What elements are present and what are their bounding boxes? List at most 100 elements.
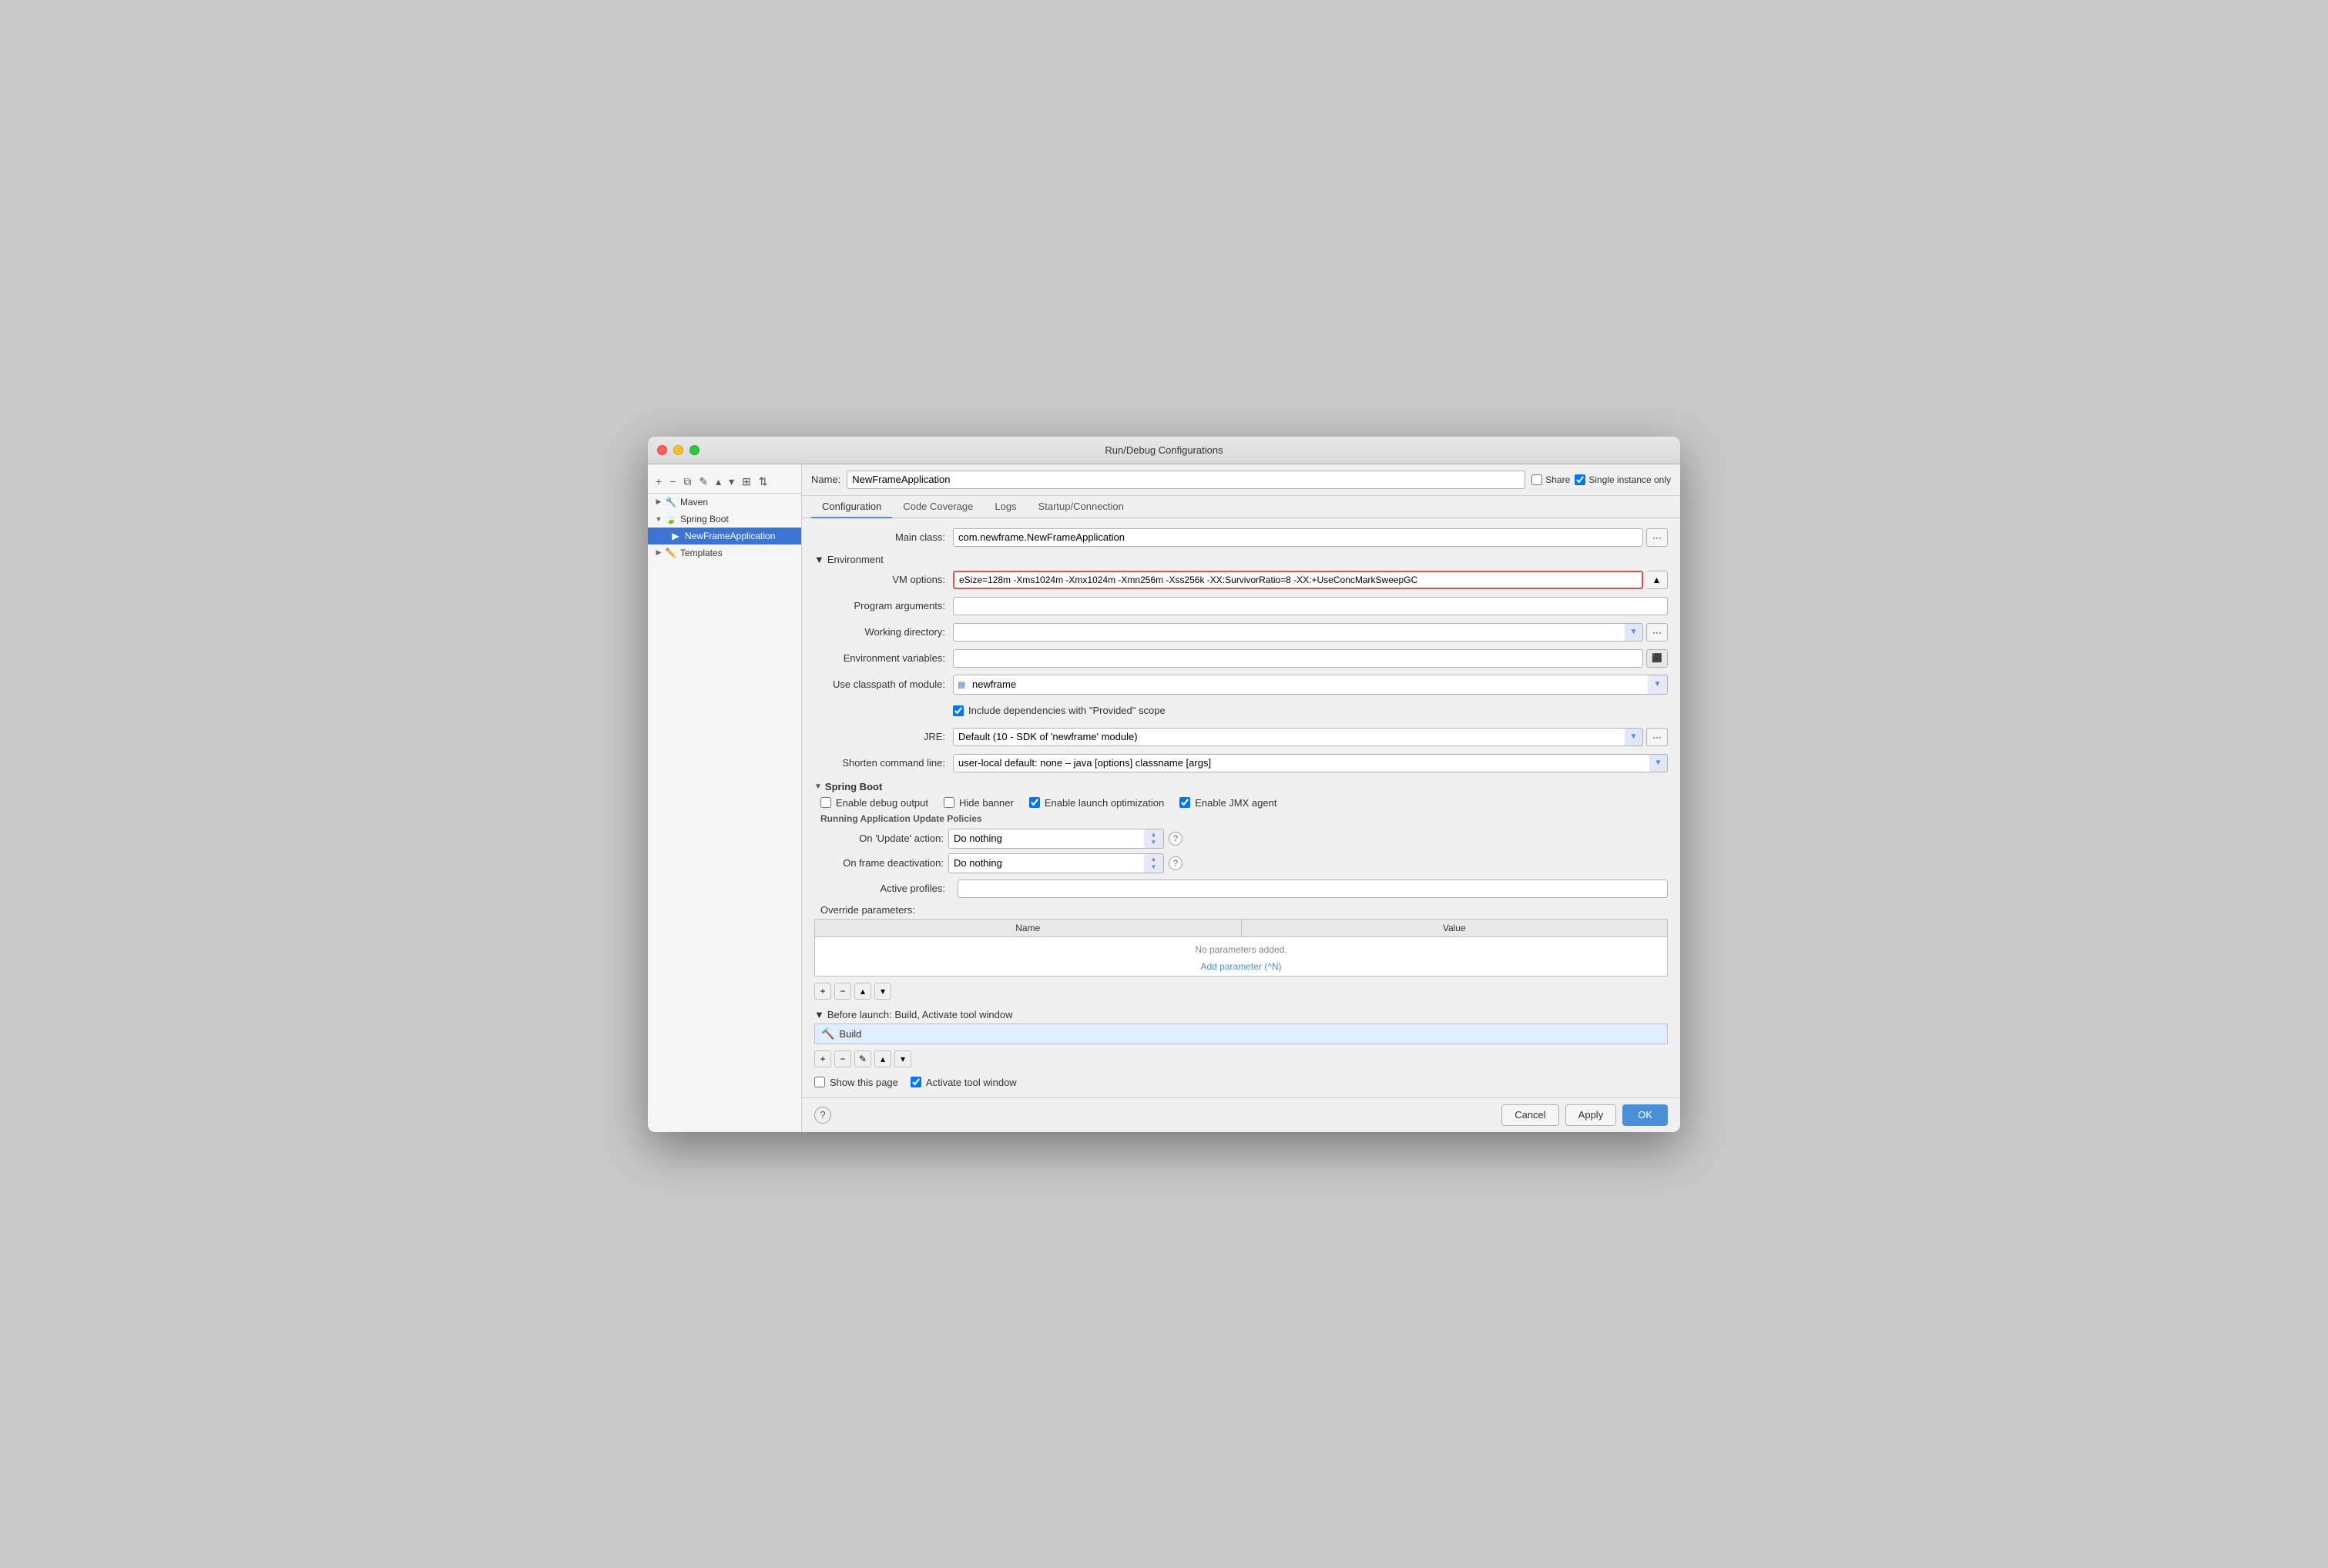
add-config-button[interactable]: + <box>652 474 665 489</box>
share-label[interactable]: Share <box>1531 474 1570 485</box>
enable-debug-label[interactable]: Enable debug output <box>820 797 928 809</box>
minimize-button[interactable] <box>673 445 683 455</box>
close-button[interactable] <box>657 445 667 455</box>
sidebar-item-springboot[interactable]: ▼ 🍃 Spring Boot <box>648 511 801 528</box>
before-launch-arrow[interactable]: ▼ <box>814 1009 824 1020</box>
single-instance-checkbox[interactable] <box>1575 474 1585 485</box>
working-dir-arrow-button[interactable]: ▼ <box>1625 623 1643 642</box>
show-page-label[interactable]: Show this page <box>814 1077 898 1088</box>
single-instance-label[interactable]: Single instance only <box>1575 474 1671 485</box>
name-input[interactable] <box>847 471 1525 489</box>
program-args-label: Program arguments: <box>814 600 953 611</box>
on-deactivation-select-btn[interactable]: ▲ ▼ <box>1144 853 1164 873</box>
include-deps-label[interactable]: Include dependencies with "Provided" sco… <box>953 705 1166 716</box>
vm-options-control: ▲ <box>953 571 1668 589</box>
add-parameter-link[interactable]: Add parameter (^N) <box>1199 960 1283 973</box>
build-item[interactable]: 🔨 Build <box>815 1024 1667 1044</box>
ok-button[interactable]: OK <box>1622 1104 1668 1126</box>
params-remove-button[interactable]: − <box>834 983 851 1000</box>
move-up-button[interactable]: ▴ <box>713 474 724 490</box>
main-class-control: ··· <box>953 528 1668 547</box>
shorten-cmd-arrow-button[interactable]: ▼ <box>1649 754 1668 772</box>
params-add-button[interactable]: + <box>814 983 831 1000</box>
params-up-button[interactable]: ▴ <box>854 983 871 1000</box>
activate-window-checkbox[interactable] <box>911 1077 921 1087</box>
copy-config-button[interactable]: ⧉ <box>680 474 694 490</box>
enable-launch-label[interactable]: Enable launch optimization <box>1029 797 1164 809</box>
shorten-cmd-input[interactable] <box>953 754 1668 772</box>
remove-config-button[interactable]: − <box>666 474 679 489</box>
on-deactivation-help-icon[interactable]: ? <box>1169 856 1182 870</box>
tab-configuration[interactable]: Configuration <box>811 496 892 518</box>
before-launch-header: ▼ Before launch: Build, Activate tool wi… <box>814 1009 1668 1020</box>
on-update-select[interactable]: Do nothing <box>948 829 1164 849</box>
working-dir-input[interactable] <box>953 623 1643 642</box>
enable-jmx-label[interactable]: Enable JMX agent <box>1179 797 1276 809</box>
on-update-help-icon[interactable]: ? <box>1169 832 1182 846</box>
sort-button[interactable]: ⇅ <box>756 474 771 490</box>
env-collapse-arrow[interactable]: ▼ <box>814 554 824 565</box>
share-text: Share <box>1545 474 1570 485</box>
springboot-collapse-arrow[interactable]: ▼ <box>814 782 822 791</box>
sidebar-item-newframe[interactable]: ▶ NewFrameApplication <box>648 528 801 544</box>
enable-debug-checkbox[interactable] <box>820 797 831 808</box>
sidebar-item-maven[interactable]: ▶ 🔧 Maven <box>648 494 801 511</box>
hide-banner-text: Hide banner <box>959 797 1014 809</box>
env-vars-browse-button[interactable]: ⬛ <box>1646 649 1668 668</box>
newframe-icon: ▶ <box>669 530 682 542</box>
tab-logs[interactable]: Logs <box>984 496 1027 518</box>
tab-code-coverage[interactable]: Code Coverage <box>892 496 984 518</box>
edit-config-button[interactable]: ✎ <box>696 474 711 490</box>
jre-select-wrap: ▼ <box>953 728 1643 746</box>
activate-window-label[interactable]: Activate tool window <box>911 1077 1017 1088</box>
enable-debug-text: Enable debug output <box>836 797 928 809</box>
tab-startup-connection[interactable]: Startup/Connection <box>1028 496 1135 518</box>
springboot-section-header: ▼ Spring Boot <box>814 781 1668 792</box>
cancel-button[interactable]: Cancel <box>1501 1104 1558 1126</box>
group-button[interactable]: ⊞ <box>739 474 754 490</box>
enable-launch-checkbox[interactable] <box>1029 797 1040 808</box>
sidebar: + − ⧉ ✎ ▴ ▾ ⊞ ⇅ ▶ 🔧 Maven ▼ 🍃 Spring Boo… <box>648 464 802 1132</box>
move-down-button[interactable]: ▾ <box>726 474 737 490</box>
vm-options-expand-button[interactable]: ▲ <box>1646 571 1668 589</box>
sidebar-item-templates[interactable]: ▶ ✏️ Templates <box>648 544 801 561</box>
module-select-arrow[interactable]: ▼ <box>1648 675 1668 695</box>
bl-add-button[interactable]: + <box>814 1050 831 1067</box>
maven-icon: 🔧 <box>665 496 677 508</box>
hide-banner-checkbox[interactable] <box>944 797 954 808</box>
params-down-button[interactable]: ▾ <box>874 983 891 1000</box>
main-content: + − ⧉ ✎ ▴ ▾ ⊞ ⇅ ▶ 🔧 Maven ▼ 🍃 Spring Boo… <box>648 464 1680 1132</box>
main-class-row: Main class: ··· <box>814 528 1668 548</box>
bl-edit-button[interactable]: ✎ <box>854 1050 871 1067</box>
enable-jmx-checkbox[interactable] <box>1179 797 1190 808</box>
module-select[interactable]: newframe <box>953 675 1668 695</box>
jre-browse-button[interactable]: ··· <box>1646 728 1668 746</box>
active-profiles-input[interactable] <box>958 879 1668 898</box>
bl-down-button[interactable]: ▾ <box>894 1050 911 1067</box>
working-dir-browse-button[interactable]: ··· <box>1646 623 1668 642</box>
jre-input[interactable] <box>953 728 1643 746</box>
main-class-browse-button[interactable]: ··· <box>1646 528 1668 547</box>
env-vars-input[interactable] <box>953 649 1643 668</box>
bl-remove-button[interactable]: − <box>834 1050 851 1067</box>
jre-row: JRE: ▼ ··· <box>814 727 1668 747</box>
vm-options-input[interactable] <box>953 571 1643 589</box>
share-checkbox[interactable] <box>1531 474 1542 485</box>
traffic-lights <box>657 445 699 455</box>
jre-arrow-button[interactable]: ▼ <box>1625 728 1643 746</box>
shorten-cmd-select-wrap: ▼ <box>953 754 1668 772</box>
hide-banner-label[interactable]: Hide banner <box>944 797 1014 809</box>
on-update-select-btn[interactable]: ▲ ▼ <box>1144 829 1164 849</box>
expand-arrow-templates: ▶ <box>654 548 663 558</box>
program-args-input[interactable] <box>953 597 1668 615</box>
window-title: Run/Debug Configurations <box>1105 444 1223 456</box>
bl-up-button[interactable]: ▴ <box>874 1050 891 1067</box>
show-page-checkbox[interactable] <box>814 1077 825 1087</box>
maximize-button[interactable] <box>689 445 699 455</box>
on-deactivation-select[interactable]: Do nothing <box>948 853 1164 873</box>
shorten-cmd-row: Shorten command line: ▼ <box>814 753 1668 773</box>
apply-button[interactable]: Apply <box>1565 1104 1617 1126</box>
include-deps-checkbox[interactable] <box>953 705 964 716</box>
main-class-input[interactable] <box>953 528 1643 547</box>
help-button[interactable]: ? <box>814 1107 831 1124</box>
